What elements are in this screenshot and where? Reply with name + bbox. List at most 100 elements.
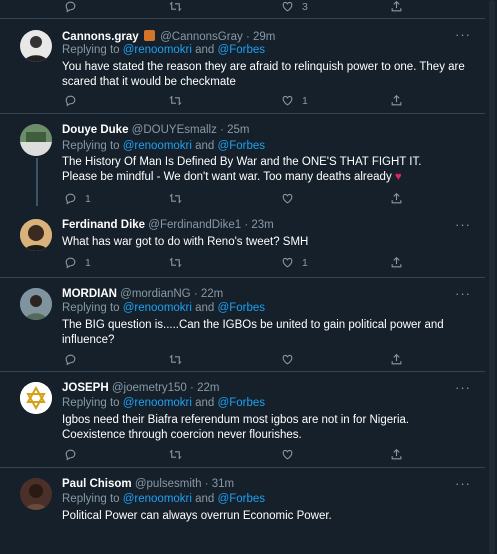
retweet-button[interactable] bbox=[169, 353, 182, 366]
more-icon[interactable]: ··· bbox=[455, 217, 471, 232]
mention-link[interactable]: @renoomokri bbox=[123, 140, 192, 152]
author-handle[interactable]: @FerdinandDike1 bbox=[148, 219, 241, 231]
author-name[interactable]: Paul Chisom bbox=[62, 478, 132, 490]
reply-count: 1 bbox=[85, 256, 91, 269]
more-icon[interactable]: ··· bbox=[455, 27, 471, 42]
author-name[interactable]: JOSEPH bbox=[62, 382, 109, 394]
timestamp[interactable]: 31m bbox=[212, 478, 234, 490]
avatar[interactable] bbox=[20, 288, 52, 320]
action-bar bbox=[62, 448, 412, 462]
and-label: and bbox=[191, 140, 218, 152]
like-button[interactable]: 1 bbox=[281, 256, 308, 269]
author-name[interactable]: Ferdinand Dike bbox=[62, 219, 145, 231]
timestamp[interactable]: 22m bbox=[197, 382, 219, 394]
tweet[interactable]: MORDIAN @mordianNG · 22m ··· Replying to… bbox=[0, 278, 485, 371]
like-button[interactable]: 1 bbox=[281, 94, 308, 107]
timestamp[interactable]: 22m bbox=[201, 288, 223, 300]
like-icon bbox=[281, 192, 294, 205]
like-icon bbox=[281, 448, 294, 461]
tweet[interactable]: JOSEPH @joemetry150 · 22m ··· Replying t… bbox=[0, 372, 485, 467]
mention-link[interactable]: @renoomokri bbox=[123, 493, 192, 505]
retweet-button[interactable] bbox=[169, 256, 182, 269]
text-line: What has war got to do with Reno's tweet… bbox=[62, 236, 309, 248]
author-handle[interactable]: @pulsesmith bbox=[135, 478, 202, 490]
author-handle[interactable]: @mordianNG bbox=[120, 288, 190, 300]
tweet[interactable]: Douye Duke @DOUYEsmallz · 25m Replying t… bbox=[0, 114, 485, 209]
tweet-text: Political Power can always overrun Econo… bbox=[62, 509, 472, 524]
share-button[interactable] bbox=[390, 353, 403, 366]
mention-link[interactable]: @renoomokri bbox=[123, 302, 192, 314]
like-button[interactable] bbox=[281, 353, 294, 366]
tweet[interactable]: Cannons.gray @CannonsGray · 29m ··· Repl… bbox=[0, 19, 485, 113]
mention-link[interactable]: @Forbes bbox=[218, 140, 265, 152]
mention-link[interactable]: @renoomokri bbox=[123, 397, 192, 409]
separator: · bbox=[193, 288, 198, 300]
mention-link[interactable]: @Forbes bbox=[218, 493, 265, 505]
timestamp[interactable]: 25m bbox=[227, 124, 249, 136]
share-button[interactable] bbox=[390, 448, 403, 461]
scrollbar[interactable] bbox=[487, 0, 497, 554]
mention-link[interactable]: @Forbes bbox=[218, 44, 265, 56]
author-name[interactable]: MORDIAN bbox=[62, 288, 117, 300]
tweet[interactable]: Ferdinand Dike @FerdinandDike1 · 23m ···… bbox=[0, 209, 485, 277]
share-icon bbox=[390, 0, 403, 13]
avatar[interactable] bbox=[20, 478, 52, 510]
share-button[interactable] bbox=[390, 0, 403, 13]
like-button[interactable] bbox=[281, 192, 294, 205]
more-icon[interactable]: ··· bbox=[455, 286, 471, 301]
avatar[interactable] bbox=[20, 30, 52, 62]
timestamp[interactable]: 29m bbox=[253, 31, 275, 43]
retweet-button[interactable] bbox=[169, 192, 182, 205]
avatar[interactable] bbox=[20, 382, 52, 414]
reply-button[interactable] bbox=[64, 0, 77, 13]
share-icon bbox=[390, 256, 403, 269]
tweet[interactable]: Paul Chisom @pulsesmith · 31m ··· Replyi… bbox=[0, 468, 485, 554]
author-name[interactable]: Douye Duke bbox=[62, 124, 128, 136]
text-line: scared that it would be checkmate bbox=[62, 76, 236, 88]
reply-button[interactable] bbox=[64, 448, 77, 461]
reply-icon bbox=[64, 192, 77, 205]
replying-to: Replying to @renoomokri and @Forbes bbox=[62, 140, 265, 152]
mention-link[interactable]: @Forbes bbox=[218, 397, 265, 409]
retweet-button[interactable] bbox=[169, 0, 182, 13]
separator: · bbox=[204, 478, 209, 490]
author-name[interactable]: Cannons.gray bbox=[62, 31, 139, 43]
like-button[interactable]: 3 bbox=[281, 0, 308, 13]
retweet-button[interactable] bbox=[169, 94, 182, 107]
timestamp[interactable]: 23m bbox=[251, 219, 273, 231]
separator: · bbox=[190, 382, 194, 394]
share-button[interactable] bbox=[390, 94, 403, 107]
share-icon bbox=[390, 353, 403, 366]
share-button[interactable] bbox=[390, 256, 403, 269]
broken-heart-icon: ♥ bbox=[394, 171, 402, 183]
tweet-header: MORDIAN @mordianNG · 22m bbox=[62, 288, 223, 300]
reply-button[interactable]: 1 bbox=[64, 256, 91, 269]
scrollbar-thumb[interactable] bbox=[489, 0, 495, 554]
reply-icon bbox=[64, 256, 77, 269]
text-line: The BIG question is.....Can the IGBOs be… bbox=[62, 319, 444, 331]
tweet-text: You have stated the reason they are afra… bbox=[62, 60, 472, 90]
action-bar: 1 bbox=[62, 192, 412, 206]
reply-button[interactable]: 1 bbox=[64, 192, 91, 205]
author-handle[interactable]: @CannonsGray bbox=[160, 31, 243, 43]
avatar[interactable] bbox=[20, 124, 52, 156]
reply-button[interactable] bbox=[64, 94, 77, 107]
avatar[interactable] bbox=[20, 219, 52, 251]
retweet-button[interactable] bbox=[169, 448, 182, 461]
like-button[interactable] bbox=[281, 448, 294, 461]
author-handle[interactable]: @joemetry150 bbox=[112, 382, 187, 394]
more-icon[interactable]: ··· bbox=[455, 476, 471, 491]
reply-icon bbox=[64, 94, 77, 107]
text-line: The History Of Man Is Defined By War and… bbox=[62, 156, 422, 168]
text-line: Please be mindful - We don't want war. T… bbox=[62, 171, 392, 183]
mention-link[interactable]: @renoomokri bbox=[123, 44, 192, 56]
share-button[interactable] bbox=[390, 192, 403, 205]
more-icon[interactable]: ··· bbox=[455, 380, 471, 395]
owl-emoji-icon bbox=[143, 30, 155, 41]
text-line: Political Power can always overrun Econo… bbox=[62, 510, 332, 522]
mention-link[interactable]: @Forbes bbox=[218, 302, 265, 314]
reply-button[interactable] bbox=[64, 353, 77, 366]
author-handle[interactable]: @DOUYEsmallz bbox=[132, 124, 217, 136]
tweet-text: The BIG question is.....Can the IGBOs be… bbox=[62, 318, 472, 348]
retweet-icon bbox=[169, 448, 182, 461]
